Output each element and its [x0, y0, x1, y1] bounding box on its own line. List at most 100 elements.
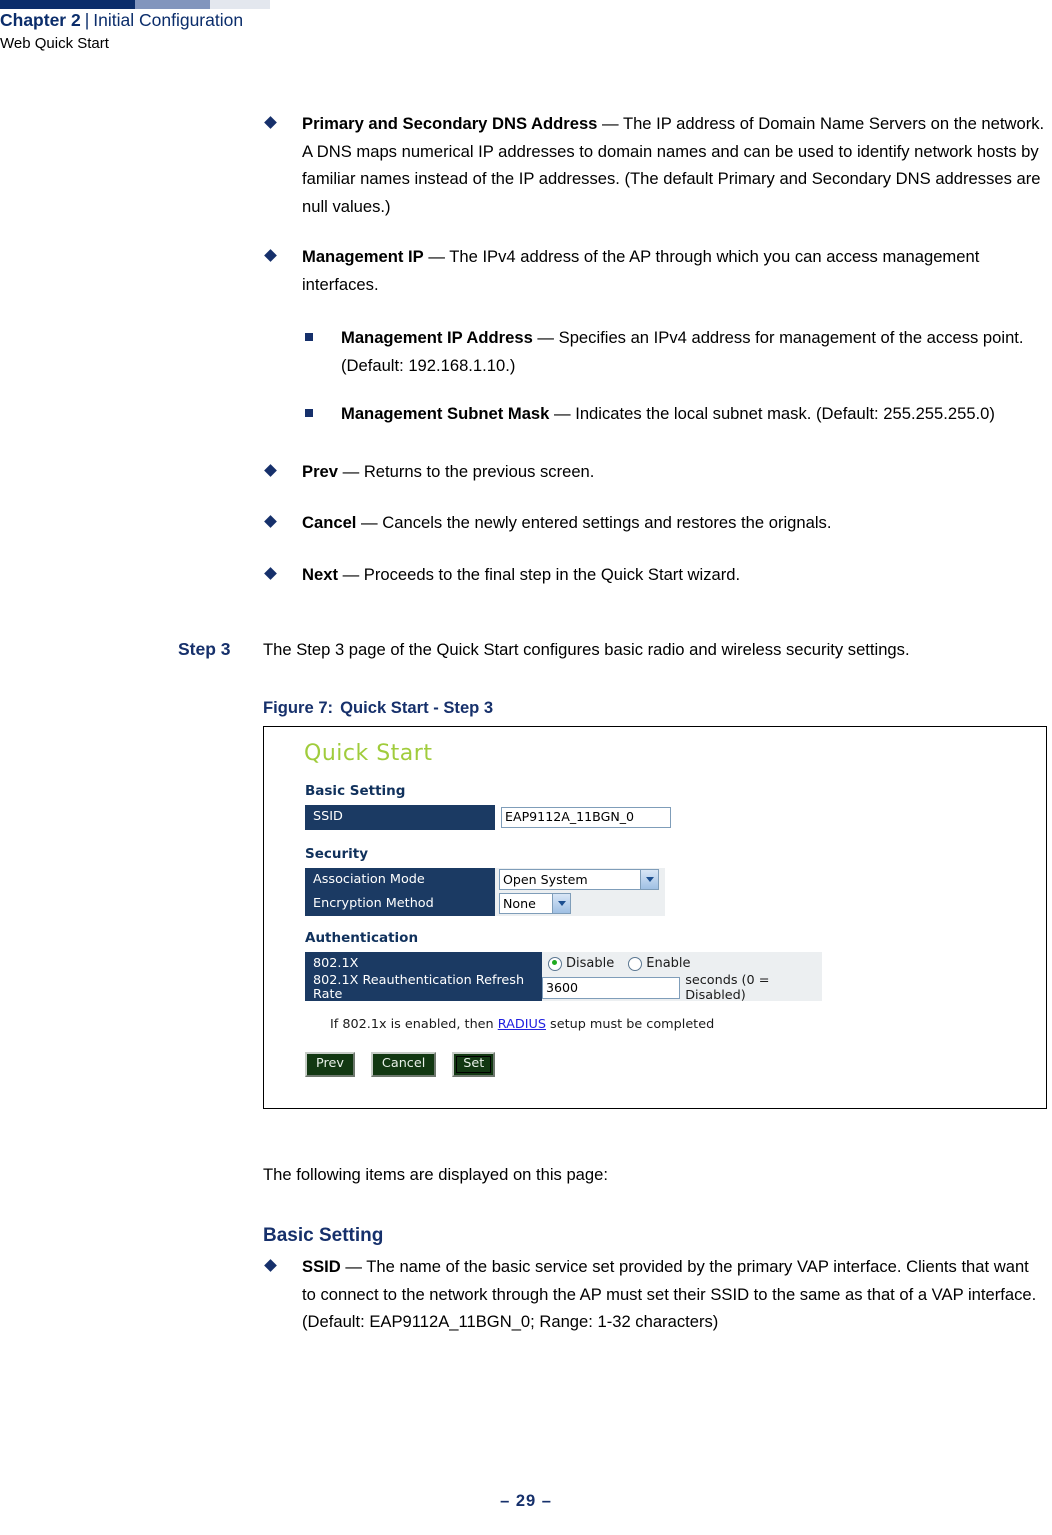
term-description: Indicates the local subnet mask. (Defaul… — [575, 404, 995, 423]
ui-page-title: Quick Start — [304, 740, 433, 766]
ui-button-bar: Prev Cancel Set — [305, 1051, 496, 1077]
ui-section-heading-security: Security — [305, 845, 369, 862]
list-item: Prev — Returns to the previous screen. — [0, 458, 1052, 486]
square-bullet-icon — [305, 409, 313, 417]
square-bullet-icon — [305, 333, 313, 341]
dot1x-enable-label: Enable — [646, 956, 691, 971]
association-mode-selected-value: Open System — [503, 872, 588, 887]
term-label: Management IP Address — [341, 328, 533, 347]
diamond-bullet-icon — [264, 566, 277, 580]
dot1x-enable-option[interactable]: Enable — [628, 956, 691, 971]
diamond-bullet-icon — [264, 249, 277, 262]
refresh-rate-units: seconds (0 = Disabled) — [685, 973, 770, 1003]
ssid-label: SSID — [305, 804, 495, 830]
dot1x-value-cell: Disable Enable — [542, 951, 822, 976]
association-mode-value-cell: Open System — [495, 867, 665, 892]
figure-title: Quick Start - Step 3 — [340, 697, 494, 717]
association-mode-label: Association Mode — [305, 867, 495, 892]
term-dash: — — [549, 404, 576, 423]
list-item: Cancel — Cancels the newly entered setti… — [0, 509, 1052, 537]
step-text: The Step 3 page of the Quick Start confi… — [263, 640, 910, 659]
term-default-range: (Default: EAP9112A_11BGN_0; Range: 1-32 … — [302, 1312, 719, 1331]
running-head: Chapter 2 | Initial Configuration Web Quic… — [0, 9, 620, 54]
ui-section-heading-basic-setting: Basic Setting — [305, 782, 406, 799]
section-heading-basic-setting: Basic Setting — [263, 1225, 384, 1246]
ui-table-authentication: 802.1X Disable Enable 802.1X Reauthentic… — [305, 951, 822, 1003]
sub-list-item: Management Subnet Mask — Indicates the l… — [0, 400, 1052, 428]
term-description: Proceeds to the final step in the Quick … — [363, 564, 741, 584]
association-mode-select[interactable]: Open System — [499, 869, 659, 890]
radio-selected-icon[interactable] — [548, 956, 562, 971]
colorbar-segment-mid — [135, 0, 210, 9]
term-label: Cancel — [302, 513, 357, 532]
radius-link[interactable]: RADIUS — [498, 1017, 546, 1032]
refresh-rate-value-cell: 3600 seconds (0 = Disabled) — [542, 973, 822, 1003]
chapter-number: Chapter 2 — [0, 10, 81, 30]
ui-table-basic-setting: SSID EAP9112A_11BGN_0 — [305, 804, 675, 830]
diamond-bullet-icon — [264, 515, 277, 528]
term-label: Prev — [302, 461, 338, 481]
note-suffix: setup must be completed — [545, 1016, 715, 1032]
term-label: SSID — [302, 1257, 341, 1276]
refresh-rate-label: 802.1X Reauthentication Refresh Rate — [305, 974, 542, 1002]
after-figure-text: The following items are displayed on thi… — [263, 1164, 608, 1184]
note-prefix: If 802.1x is enabled, then — [330, 1016, 498, 1032]
term-dash: — — [356, 513, 383, 532]
term-dash: — — [337, 564, 364, 584]
figure-number: Figure 7: — [263, 697, 334, 717]
running-head-chapter-line: Chapter 2 | Initial Configuration — [0, 9, 620, 32]
encryption-method-selected-value: None — [503, 896, 536, 911]
running-head-section: Web Quick Start — [0, 35, 109, 52]
chevron-down-icon[interactable] — [640, 870, 658, 889]
step-label: Step 3 — [178, 639, 231, 659]
page-content: Primary and Secondary DNS Address — The … — [0, 110, 1052, 1336]
ui-section-heading-authentication: Authentication — [305, 929, 419, 946]
ssid-input[interactable]: EAP9112A_11BGN_0 — [501, 806, 671, 828]
radio-unselected-icon[interactable] — [628, 956, 643, 971]
list-item: Primary and Secondary DNS Address — The … — [0, 110, 1052, 220]
step-paragraph: Step 3 The Step 3 page of the Quick Star… — [0, 636, 1052, 664]
term-dash: — — [340, 1257, 367, 1276]
ui-table-security: Association Mode Open System Encryption … — [305, 867, 665, 916]
table-row: 802.1X Reauthentication Refresh Rate 360… — [305, 973, 822, 1003]
list-item: Management IP — The IPv4 address of the … — [0, 243, 1052, 298]
encryption-method-value-cell: None — [495, 891, 665, 916]
chapter-separator: | — [84, 10, 90, 30]
encryption-method-label: Encryption Method — [305, 891, 495, 916]
dot1x-disable-label: Disable — [566, 956, 615, 971]
list-item: SSID — The name of the basic service set… — [0, 1253, 1052, 1336]
term-label: Management Subnet Mask — [341, 404, 550, 423]
diamond-bullet-icon — [264, 463, 277, 477]
page-footer: – 29 – — [0, 1492, 1052, 1511]
encryption-method-select[interactable]: None — [499, 893, 571, 914]
term-dash: — — [532, 328, 559, 347]
refresh-rate-input[interactable]: 3600 — [542, 977, 681, 999]
term-label: Next — [302, 564, 338, 584]
diamond-bullet-icon — [264, 1259, 277, 1272]
term-label: Management IP — [302, 247, 424, 266]
prev-button[interactable]: Prev — [305, 1051, 355, 1077]
table-row: Encryption Method None — [305, 891, 665, 916]
term-label: Primary and Secondary DNS Address — [302, 114, 598, 133]
term-dash: — — [597, 114, 623, 133]
diamond-bullet-icon — [264, 116, 277, 129]
colorbar-segment-dark — [0, 0, 135, 9]
ui-radius-note: If 802.1x is enabled, then RADIUS setup … — [330, 1017, 714, 1032]
table-row: Association Mode Open System — [305, 867, 665, 892]
table-row: 802.1X Disable Enable — [305, 951, 822, 976]
sub-list-item: Management IP Address — Specifies an IPv… — [0, 324, 1052, 379]
term-description: Cancels the newly entered settings and r… — [382, 513, 832, 532]
figure-caption: Figure 7: Quick Start - Step 3 — [263, 698, 1052, 718]
cancel-button[interactable]: Cancel — [370, 1051, 437, 1077]
list-item: Next — Proceeds to the final step in the… — [0, 561, 1052, 589]
table-row: SSID EAP9112A_11BGN_0 — [305, 804, 675, 830]
term-description: The name of the basic service set provid… — [302, 1257, 1037, 1304]
dot1x-label: 802.1X — [305, 951, 542, 976]
dot1x-disable-option[interactable]: Disable — [548, 956, 614, 971]
chevron-down-icon[interactable] — [552, 894, 570, 913]
chapter-title: Initial Configuration — [93, 10, 244, 30]
page-header-colorbar — [0, 0, 1052, 9]
page-number: – 29 – — [500, 1492, 552, 1510]
set-button[interactable]: Set — [452, 1051, 496, 1077]
ssid-value-cell: EAP9112A_11BGN_0 — [495, 805, 675, 830]
